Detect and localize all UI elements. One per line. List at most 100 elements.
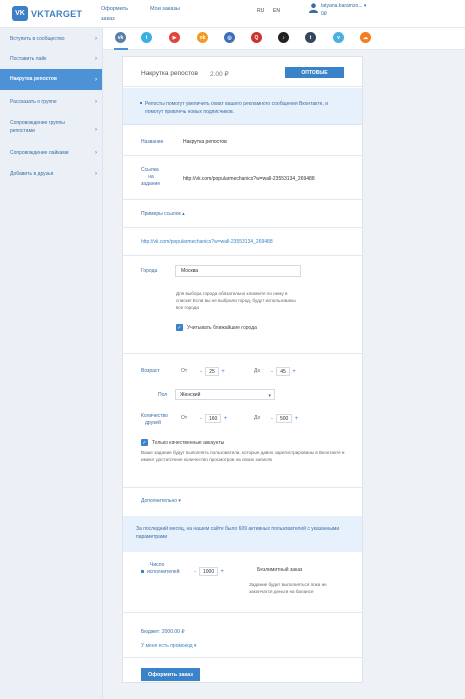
divider xyxy=(123,612,362,613)
tab-vimeo[interactable]: v xyxy=(333,32,344,43)
sidebar-item-label: Сопровождение группы репостами xyxy=(10,120,65,134)
chevron-down-icon: ▾ xyxy=(363,3,367,9)
user-icon[interactable] xyxy=(309,3,318,13)
age-to-label: До xyxy=(254,368,261,374)
sidebar-item-label: Добавить в друзья xyxy=(10,171,54,177)
minus-button[interactable]: - xyxy=(191,569,199,575)
friends-to-stepper[interactable]: - 500 + xyxy=(268,414,300,423)
nav-create-order-line2: заказ xyxy=(101,16,115,22)
sidebar-item-likes-support[interactable]: Сопровождение лайками › xyxy=(0,147,102,159)
age-to-stepper[interactable]: - 45 + xyxy=(268,367,298,376)
age-to-input[interactable]: 45 xyxy=(276,367,290,376)
minus-button[interactable]: - xyxy=(268,369,276,375)
city-input[interactable]: Москва xyxy=(175,265,301,277)
form-price: 2.00 ₽ xyxy=(210,71,229,78)
tab-tumblr[interactable]: t xyxy=(305,32,316,43)
vimeo-icon: v xyxy=(337,34,340,41)
executors-label-line2: исполнителей xyxy=(147,569,180,575)
sidebar-item-tell-about-group[interactable]: Рассказать о группе › xyxy=(0,96,102,108)
sidebar-item-label: Рассказать о группе xyxy=(10,99,57,105)
friends-to-label: До xyxy=(254,415,261,421)
nav-create-order[interactable]: Оформить заказ xyxy=(101,6,128,22)
caret-down-icon: ▾ xyxy=(178,498,181,504)
vk-icon: vk xyxy=(117,34,124,41)
friends-from-input[interactable]: 160 xyxy=(205,414,222,423)
sidebar-item-reposts[interactable]: Накрутка репостов › xyxy=(0,69,102,90)
checkmark-icon: ✓ xyxy=(142,439,147,446)
divider xyxy=(123,353,362,354)
sidebar-item-add-friends[interactable]: Добавить в друзья › xyxy=(0,168,102,180)
nearby-cities-checkbox[interactable]: ✓ xyxy=(176,324,183,331)
sidebar-item-group-reposts[interactable]: Сопровождение группы репостами › xyxy=(0,117,102,143)
additional-toggle[interactable]: Дополнительно ▾ xyxy=(141,498,181,505)
age-from-stepper[interactable]: - 25 + xyxy=(197,367,227,376)
info-bullet xyxy=(140,102,142,104)
tab-vk[interactable]: vk xyxy=(115,32,126,43)
example-link[interactable]: http://vk.com/popularmechanics?w=wall-23… xyxy=(141,239,273,245)
tab-tiktok[interactable]: ♪ xyxy=(278,32,289,43)
lang-ru[interactable]: RU xyxy=(257,8,264,14)
quality-accounts-checkbox[interactable]: ✓ xyxy=(141,439,148,446)
tumblr-icon: t xyxy=(309,34,312,41)
tab-youtube[interactable]: ▶ xyxy=(169,32,180,43)
stats-box: За последний месяц, на нашем сайте было … xyxy=(123,516,362,552)
divider xyxy=(123,657,362,658)
top-header: VK VKTARGET Оформить заказ Мои заказы RU… xyxy=(0,0,465,28)
plus-button[interactable]: + xyxy=(219,369,227,375)
link-label-line2: на xyxy=(148,174,154,180)
instagram-icon: ◎ xyxy=(227,34,232,41)
unlimited-label[interactable]: Безлимитный заказ xyxy=(257,567,302,574)
executors-stepper[interactable]: - 1000 + xyxy=(191,567,226,576)
city-tag: Москва xyxy=(181,268,199,274)
minus-button[interactable]: - xyxy=(268,416,276,422)
tab-twitter[interactable]: t xyxy=(141,32,152,43)
plus-button[interactable]: + xyxy=(218,569,226,575)
tab-soundcloud[interactable]: ☁ xyxy=(360,32,371,43)
logo-text: VKTARGET xyxy=(31,8,83,19)
plus-button[interactable]: + xyxy=(292,416,300,422)
friends-from-stepper[interactable]: - 160 + xyxy=(197,414,229,423)
card-header: Накрутка репостов 2.00 ₽ ОПТОВЫЕ xyxy=(123,57,362,87)
gender-select[interactable]: Женский ▾ xyxy=(175,389,275,400)
wholesale-button[interactable]: ОПТОВЫЕ xyxy=(285,67,344,78)
name-field[interactable]: Накрутка репостов xyxy=(183,139,227,145)
lang-en[interactable]: EN xyxy=(273,8,280,14)
sidebar-item-join-community[interactable]: Вступить в сообщество › xyxy=(0,33,102,45)
promo-toggle[interactable]: У меня есть промокод ▾ xyxy=(141,643,196,649)
city-hint: Для выбора города обязательно кликните п… xyxy=(176,291,296,310)
minus-button[interactable]: - xyxy=(197,416,205,422)
logo[interactable]: VK VKTARGET xyxy=(12,6,82,21)
tab-odnoklassniki[interactable]: ok xyxy=(197,32,208,43)
promo-label: У меня есть промокод xyxy=(141,643,193,649)
minus-button[interactable]: - xyxy=(197,369,205,375)
chevron-right-icon: › xyxy=(95,127,97,133)
logo-badge: VK xyxy=(12,6,28,21)
quality-hint: Ваше задание будут выполнять пользовател… xyxy=(141,450,345,462)
examples-toggle[interactable]: Примеры ссылок ▴ xyxy=(141,211,185,218)
user-name-text: tatyana.baramzo... xyxy=(321,3,363,9)
friends-to-input[interactable]: 500 xyxy=(276,414,293,423)
sidebar-item-like[interactable]: Поставить лайк › xyxy=(0,53,102,65)
plus-button[interactable]: + xyxy=(290,369,298,375)
examples-label: Примеры ссылок xyxy=(141,211,181,217)
submit-order-button[interactable]: Оформить заказ xyxy=(141,668,200,681)
sidebar-item-label: Поставить лайк xyxy=(10,56,47,62)
caret-up-icon: ▴ xyxy=(182,211,185,217)
divider xyxy=(123,255,362,256)
tiktok-icon: ♪ xyxy=(282,34,285,41)
executors-input[interactable]: 1000 xyxy=(199,567,219,576)
nav-create-order-line1: Оформить xyxy=(101,6,129,12)
active-tab-indicator xyxy=(114,48,128,50)
age-from-input[interactable]: 25 xyxy=(205,367,219,376)
user-balance: 0₽ xyxy=(321,11,327,17)
sidebar-item-label: Накрутка репостов xyxy=(10,76,57,82)
plus-button[interactable]: + xyxy=(221,416,229,422)
tab-quora[interactable]: Q xyxy=(251,32,262,43)
name-label: Название xyxy=(141,139,164,145)
stats-text: За последний месяц, на нашем сайте было … xyxy=(136,526,340,540)
link-field[interactable]: http://vk.com/popularmechanics?w=wall-23… xyxy=(183,176,315,182)
tab-instagram[interactable]: ◎ xyxy=(224,32,235,43)
user-name[interactable]: tatyana.baramzo... ▾ xyxy=(321,3,366,9)
friends-label-line2: друзей xyxy=(145,420,161,426)
nav-my-orders[interactable]: Мои заказы xyxy=(150,6,180,12)
